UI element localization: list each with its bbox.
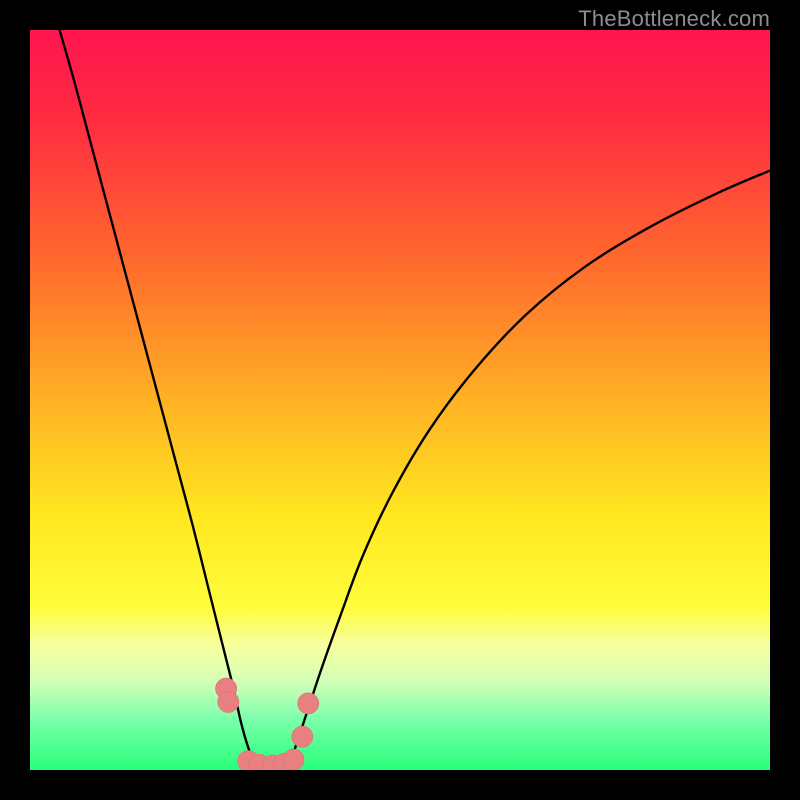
series-right-curve: [289, 171, 770, 767]
watermark-text: TheBottleneck.com: [578, 6, 770, 32]
data-marker: [298, 693, 319, 714]
data-marker: [218, 691, 239, 712]
series-left-curve: [60, 30, 256, 766]
chart-frame: TheBottleneck.com: [0, 0, 800, 800]
plot-area: [30, 30, 770, 770]
data-marker: [292, 726, 313, 747]
data-marker: [283, 749, 304, 770]
chart-curves: [30, 30, 770, 770]
